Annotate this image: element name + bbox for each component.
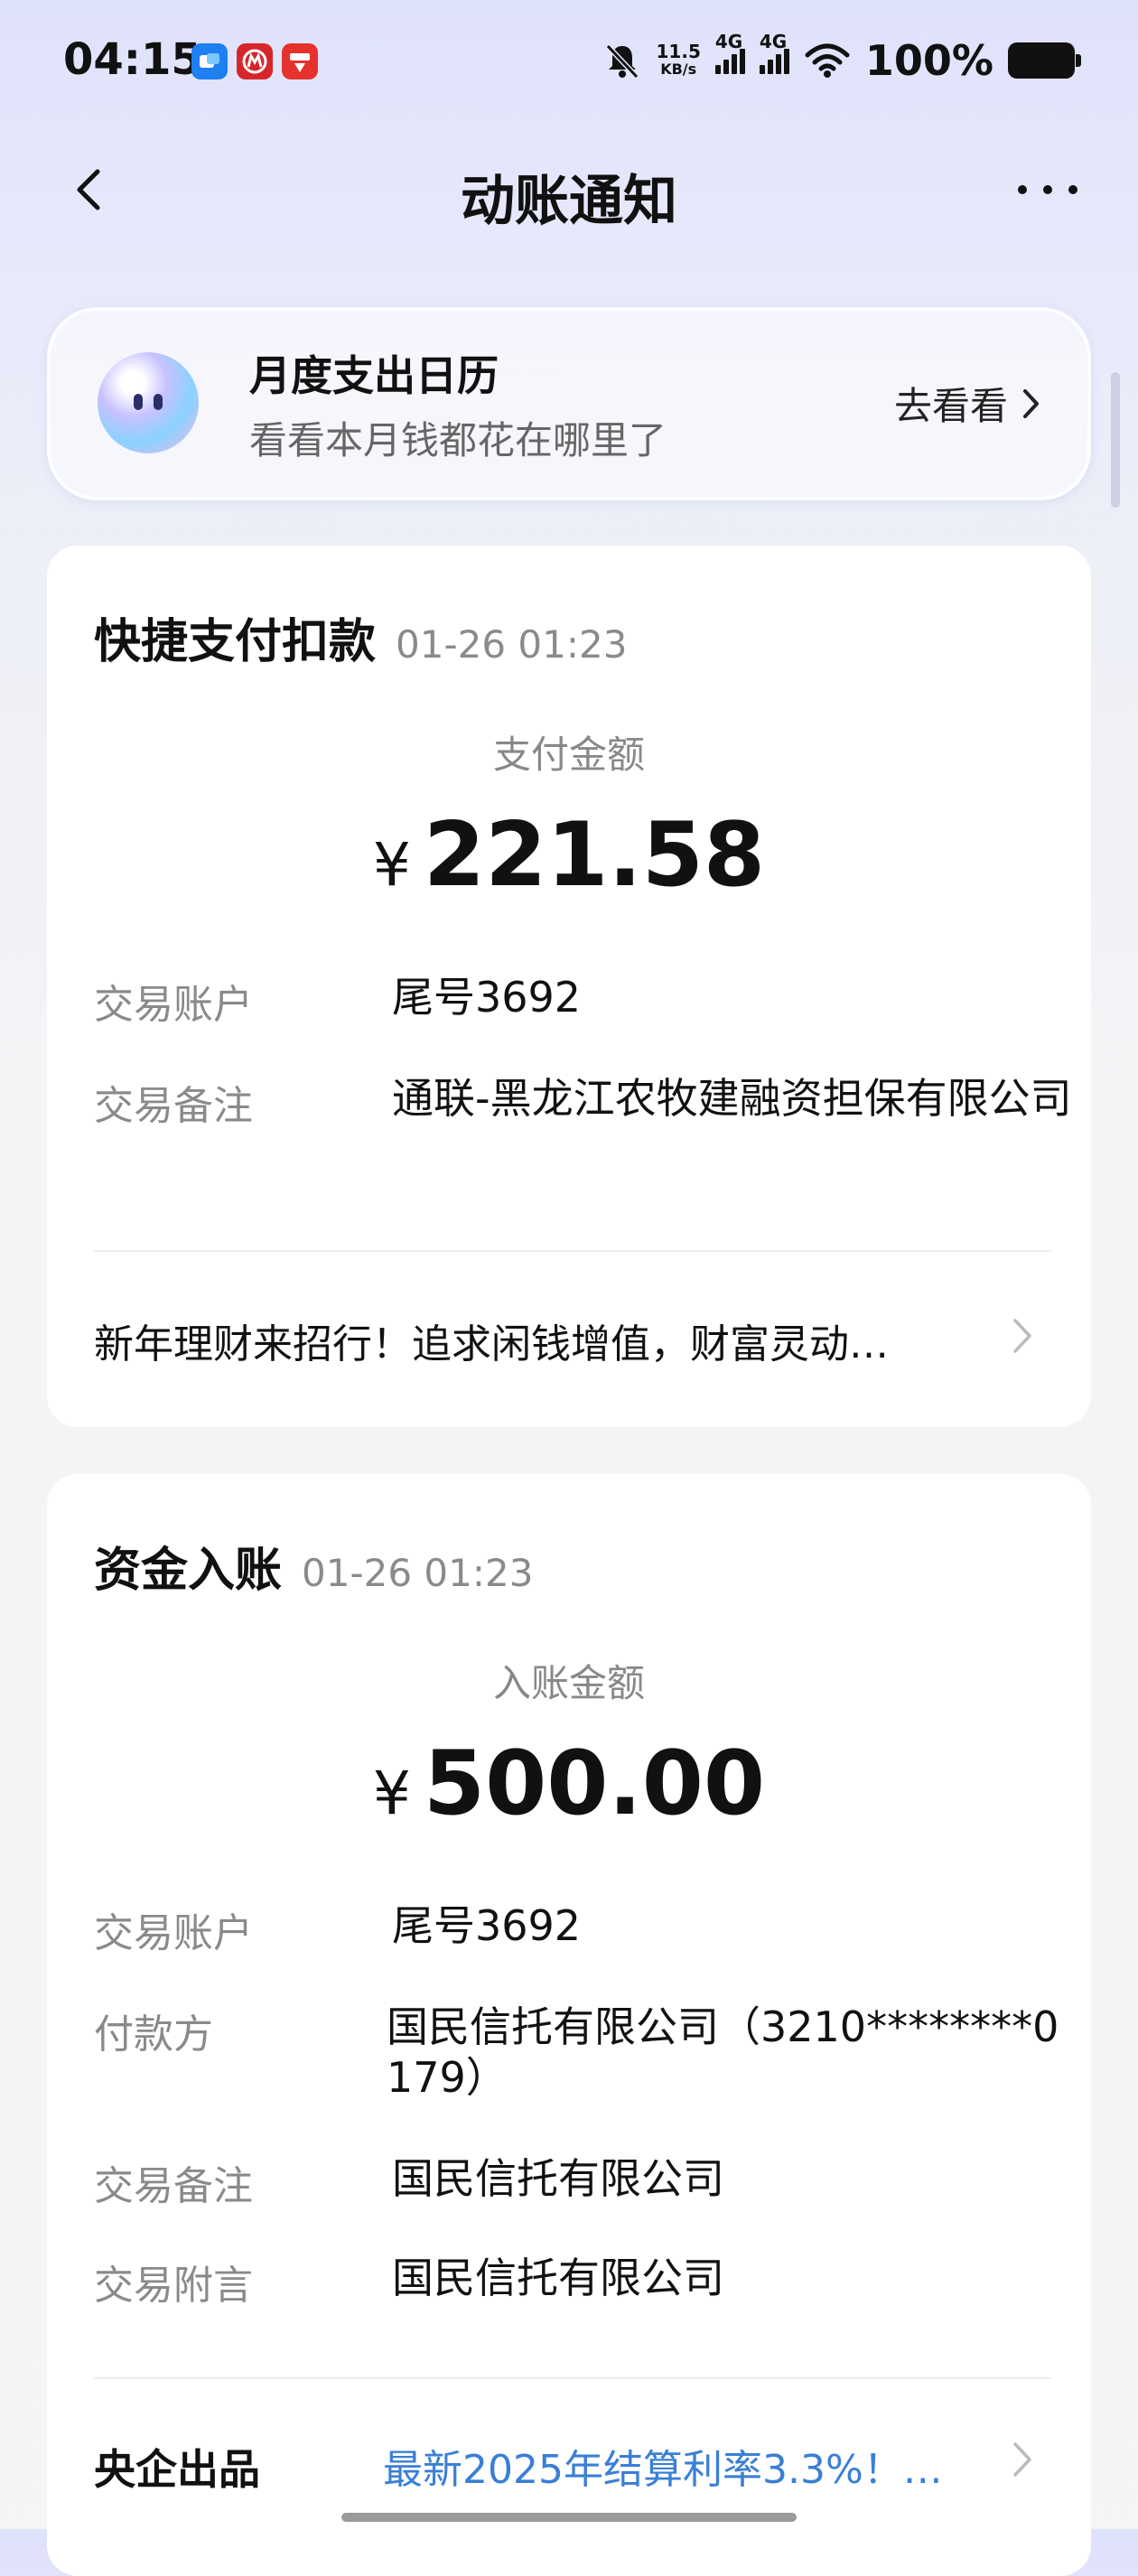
battery-percent: 100% <box>864 36 993 85</box>
cmb-bank-icon <box>237 43 273 79</box>
detail-label: 付款方 <box>94 2011 213 2058</box>
signal2-label: 4G <box>759 31 788 52</box>
transaction-type: 快捷支付扣款 <box>94 615 377 669</box>
card-header: 资金入账 01-26 01:23 <box>94 1532 533 1600</box>
back-arrow-icon[interactable] <box>63 163 117 217</box>
amount-number: 221.58 <box>423 804 766 907</box>
status-bar: 04:15 11.5 KB/s 4G 4G 100% <box>0 0 1138 126</box>
signal1-label: 4G <box>714 31 743 52</box>
wifi-icon <box>805 43 850 78</box>
detail-label: 交易账户 <box>94 982 253 1028</box>
mascot-eye <box>154 394 163 410</box>
amount-label: 入账金额 <box>492 1661 645 1705</box>
banner-title: 月度支出日历 <box>249 351 499 400</box>
chevron-right-icon[interactable] <box>1004 1313 1040 1358</box>
detail-value: 尾号3692 <box>392 1901 582 1950</box>
app-blue-icon <box>191 43 228 79</box>
page-title: 动账通知 <box>461 170 677 233</box>
signal-1: 4G <box>714 33 745 74</box>
transaction-type: 资金入账 <box>94 1544 283 1598</box>
detail-value: 国民信托有限公司（3210********0179） <box>387 2002 1059 2102</box>
detail-label: 交易备注 <box>94 2163 253 2209</box>
divider <box>94 1250 1051 1252</box>
status-app-icons <box>191 43 318 79</box>
cloud-pay-icon <box>282 43 318 79</box>
promo-text-link[interactable]: 新年理财来招行！追求闲钱增值，财富灵动… <box>94 1311 889 1369</box>
detail-value: 通联-黑龙江农牧建融资担保有限公司 <box>392 1074 1072 1123</box>
currency-symbol: ¥ <box>372 830 411 900</box>
banner-action-label: 去看看 <box>893 384 1008 428</box>
net-speed: 11.5 KB/s <box>657 42 701 79</box>
transaction-time: 01-26 01:23 <box>396 622 628 667</box>
transaction-time: 01-26 01:23 <box>302 1551 534 1595</box>
more-options-icon[interactable] <box>1012 172 1084 208</box>
banner-subtitle: 看看本月钱都花在哪里了 <box>249 418 667 462</box>
currency-symbol: ¥ <box>372 1759 411 1828</box>
chevron-right-icon <box>1023 388 1039 418</box>
promo-link[interactable]: 最新2025年结算利率3.3%！… <box>383 2437 943 2495</box>
banner-go-button[interactable]: 去看看 <box>894 376 1042 431</box>
mascot-avatar-icon <box>98 352 199 453</box>
mute-bell-icon <box>605 43 639 79</box>
nav-bar: 动账通知 <box>0 145 1138 235</box>
detail-value: 尾号3692 <box>392 973 582 1022</box>
divider <box>94 2377 1051 2379</box>
detail-value: 国民信托有限公司 <box>392 2154 724 2203</box>
detail-label: 交易备注 <box>94 1083 253 1129</box>
net-speed-unit: KB/s <box>660 61 697 78</box>
transaction-card: 资金入账 01-26 01:23 入账金额 ¥500.00 交易账户 尾号369… <box>47 1474 1091 2576</box>
mascot-eye <box>134 394 143 410</box>
spending-calendar-banner[interactable]: 月度支出日历 看看本月钱都花在哪里了 去看看 <box>47 307 1091 500</box>
promo-brand: 央企出品 <box>94 2445 260 2494</box>
status-time: 04:15 <box>63 34 201 85</box>
signal-2: 4G <box>759 33 789 74</box>
chevron-right-icon[interactable] <box>1004 2437 1040 2482</box>
amount-number: 500.00 <box>423 1732 766 1835</box>
net-speed-value: 11.5 <box>656 41 701 62</box>
status-indicators: 11.5 KB/s 4G 4G 100% <box>602 33 1081 85</box>
amount-value: ¥500.00 <box>47 1732 1091 1835</box>
detail-label: 交易账户 <box>94 1910 253 1956</box>
card-header: 快捷支付扣款 01-26 01:23 <box>94 603 627 671</box>
amount-value: ¥221.58 <box>47 804 1091 907</box>
detail-value: 国民信托有限公司 <box>392 2254 724 2302</box>
home-indicator[interactable] <box>341 2513 797 2522</box>
battery-icon <box>1008 42 1081 79</box>
amount-label: 支付金额 <box>492 733 645 777</box>
detail-label: 交易附言 <box>94 2263 253 2309</box>
transaction-card: 快捷支付扣款 01-26 01:23 支付金额 ¥221.58 交易账户 尾号3… <box>47 546 1091 1427</box>
scrollbar-thumb[interactable] <box>1111 372 1120 508</box>
